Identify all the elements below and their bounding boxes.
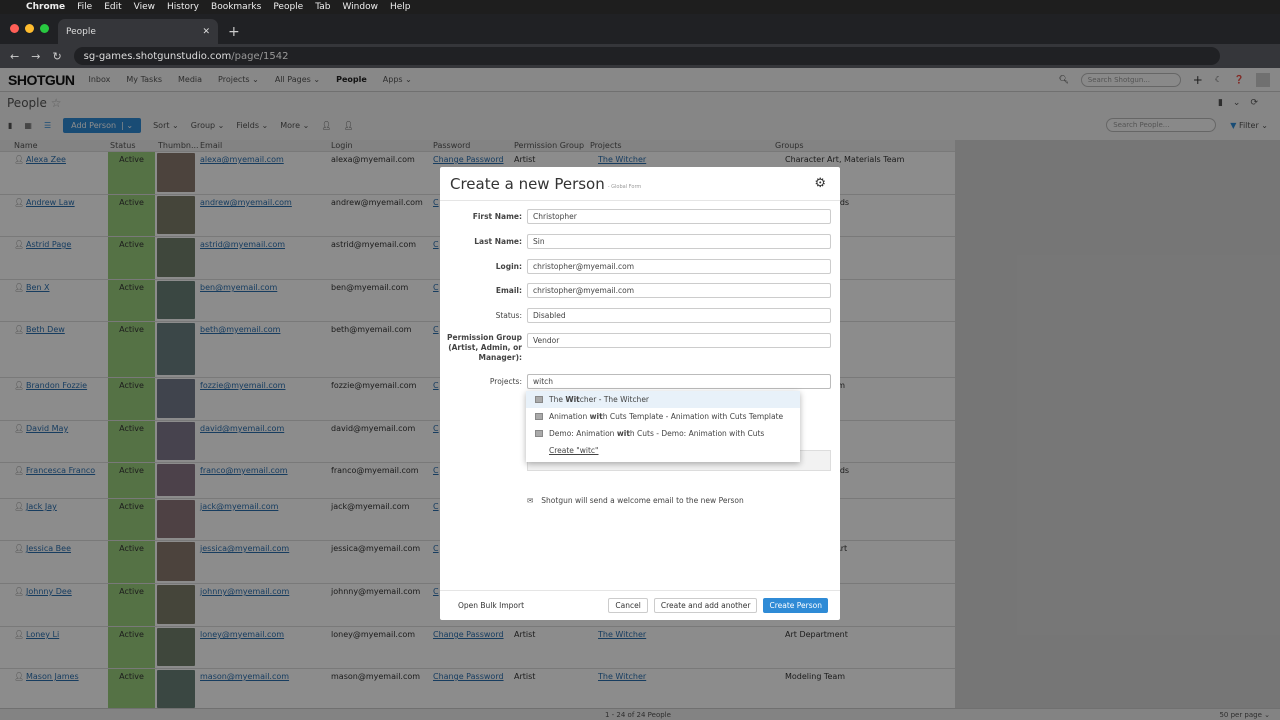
field-label: Last Name: xyxy=(474,237,522,246)
menu-chrome[interactable]: Chrome xyxy=(26,2,65,12)
reload-icon[interactable]: ↻ xyxy=(52,50,61,63)
suggestion-match: wit xyxy=(589,412,603,421)
menu-help[interactable]: Help xyxy=(390,2,411,12)
menu-edit[interactable]: Edit xyxy=(104,2,121,12)
field-input-2[interactable]: christopher@myemail.com xyxy=(527,259,831,274)
field-label: Permission Group (Artist, Admin, or Mana… xyxy=(447,333,522,362)
field-input-5[interactable]: Vendor xyxy=(527,333,831,348)
suggestion-post: cher - The Witcher xyxy=(579,395,650,404)
menu-view[interactable]: View xyxy=(134,2,155,12)
suggestion-match: Wit xyxy=(565,395,580,404)
suggestion-post: h Cuts - Demo: Animation with Cuts xyxy=(629,429,765,438)
new-tab-button[interactable]: + xyxy=(228,24,240,40)
close-tab-icon[interactable]: ✕ xyxy=(202,27,210,37)
open-bulk-import-link[interactable]: Open Bulk Import xyxy=(458,601,524,610)
field-input-0[interactable]: Christopher xyxy=(527,209,831,224)
suggestion-pre: Animation xyxy=(549,412,590,421)
url-bar[interactable]: sg-games.shotgunstudio.com/page/1542 xyxy=(73,47,1220,65)
gear-icon[interactable]: ⚙ xyxy=(814,176,826,191)
back-icon[interactable]: ← xyxy=(10,50,19,63)
menu-history[interactable]: History xyxy=(167,2,199,12)
welcome-note: Shotgun will send a welcome email to the… xyxy=(541,496,744,505)
browser-tab[interactable]: People ✕ xyxy=(58,19,218,44)
project-icon xyxy=(535,396,543,403)
suggestion-item[interactable]: The Witcher - The Witcher xyxy=(526,391,800,408)
field-input-3[interactable]: christopher@myemail.com xyxy=(527,283,831,298)
field-label: Email: xyxy=(495,286,522,295)
suggestion-label: The Witcher - The Witcher xyxy=(549,395,649,404)
url-path: /page/1542 xyxy=(231,50,289,62)
menu-people[interactable]: People xyxy=(273,2,303,12)
field-input-6[interactable]: witch xyxy=(527,374,831,389)
suggestion-match: wit xyxy=(616,429,630,438)
menu-bookmarks[interactable]: Bookmarks xyxy=(211,2,261,12)
field-input-1[interactable]: Sin xyxy=(527,234,831,249)
suggestion-pre: The xyxy=(549,395,566,404)
menu-tab[interactable]: Tab xyxy=(315,2,330,12)
projects-autocomplete: The Witcher - The Witcher Animation with … xyxy=(526,391,800,462)
envelope-icon: ✉ xyxy=(527,496,534,505)
dialog-subtitle: - Global Form xyxy=(607,183,642,190)
browser-tabstrip: People ✕ + xyxy=(0,14,1280,44)
menu-file[interactable]: File xyxy=(77,2,92,12)
project-icon xyxy=(535,430,543,437)
mac-menu-bar: Chrome File Edit View History Bookmarks People… xyxy=(0,0,1280,14)
menu-window[interactable]: Window xyxy=(342,2,378,12)
field-label: Status: xyxy=(495,311,522,320)
close-window-button[interactable] xyxy=(10,24,19,33)
suggestion-pre: Demo: Animation xyxy=(549,429,617,438)
forward-icon[interactable]: → xyxy=(31,50,40,63)
create-option-label: Create "witc" xyxy=(549,446,599,455)
field-label: First Name: xyxy=(472,212,522,221)
create-person-button[interactable]: Create Person xyxy=(763,598,828,613)
suggestion-item[interactable]: Demo: Animation with Cuts - Demo: Animat… xyxy=(526,425,800,442)
url-host: sg-games.shotgunstudio.com xyxy=(83,50,232,62)
suggestion-item[interactable]: Animation with Cuts Template - Animation… xyxy=(526,408,800,425)
address-bar-row: ← → ↻ sg-games.shotgunstudio.com/page/1542 xyxy=(0,44,1280,68)
suggestion-label: Demo: Animation with Cuts - Demo: Animat… xyxy=(549,429,764,438)
field-label: Login: xyxy=(495,262,522,271)
create-project-option[interactable]: Create "witc" xyxy=(526,442,800,459)
create-and-add-another-button[interactable]: Create and add another xyxy=(653,598,758,613)
field-label: Projects: xyxy=(489,377,522,386)
suggestion-post: h Cuts Template - Animation with Cuts Te… xyxy=(602,412,784,421)
tab-title: People xyxy=(66,26,96,37)
suggestion-label: Animation with Cuts Template - Animation… xyxy=(549,412,783,421)
cancel-button[interactable]: Cancel xyxy=(608,598,648,613)
field-input-4[interactable]: Disabled xyxy=(527,308,831,323)
minimize-window-button[interactable] xyxy=(25,24,34,33)
project-icon xyxy=(535,413,543,420)
zoom-window-button[interactable] xyxy=(40,24,49,33)
dialog-title: Create a new Person xyxy=(450,174,605,193)
